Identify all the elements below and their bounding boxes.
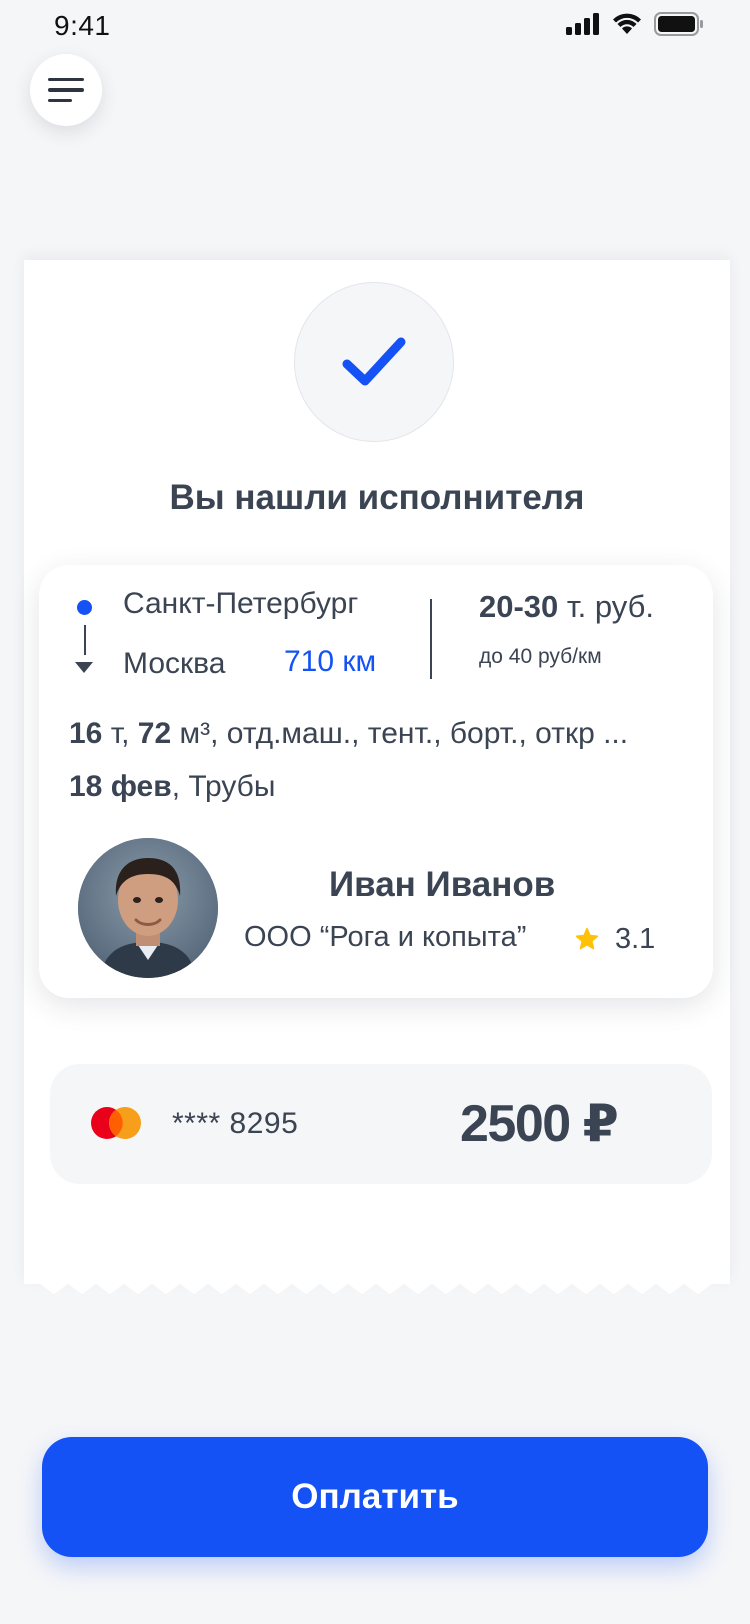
price-range: 20-30 т. руб.: [479, 589, 655, 624]
rating-value: 3.1: [615, 923, 656, 955]
route-from: Санкт-Петербург: [123, 587, 359, 620]
route-to: Москва: [123, 647, 226, 680]
route-arrow-icon: [75, 662, 93, 673]
cargo-date-type: 18 фев, Трубы: [69, 770, 276, 803]
receipt: Вы нашли исполнителя Санкт-Петербург Мос…: [24, 260, 730, 1284]
pay-button[interactable]: Оплатить: [42, 1437, 708, 1557]
star-icon: [575, 927, 599, 950]
status-time: 9:41: [54, 10, 111, 41]
battery-icon: [654, 12, 703, 36]
menu-button[interactable]: [30, 54, 102, 126]
route-distance: 710 км: [284, 645, 377, 678]
driver-name: Иван Иванов: [329, 865, 556, 904]
menu-icon: [48, 77, 84, 82]
avatar: [78, 838, 218, 978]
receipt-edge: [24, 1280, 730, 1294]
payment-amount: 2500 ₽: [460, 1095, 619, 1153]
receipt-title: Вы нашли исполнителя: [169, 478, 585, 517]
check-icon: [342, 337, 406, 386]
divider: [430, 599, 432, 679]
status-bar: 9:41: [0, 0, 750, 50]
status-icons: [566, 12, 704, 36]
route-start-dot: [77, 600, 92, 615]
signal-icon: [566, 13, 599, 35]
mastercard-icon: [91, 1107, 141, 1139]
order-card[interactable]: Санкт-Петербург Москва 710 км 20-30 т. р…: [39, 565, 713, 998]
cargo-details: 16 т, 72 м³, отд.маш., тент., борт., отк…: [69, 717, 629, 750]
wifi-icon: [613, 13, 641, 34]
card-number: **** 8295: [172, 1107, 299, 1140]
driver-company: ООО “Рога и копыта”: [244, 921, 527, 953]
success-badge: [294, 282, 454, 442]
price-per-km: до 40 руб/км: [479, 645, 602, 668]
payment-method[interactable]: **** 8295 2500 ₽: [50, 1064, 712, 1184]
route-line: [83, 625, 86, 655]
